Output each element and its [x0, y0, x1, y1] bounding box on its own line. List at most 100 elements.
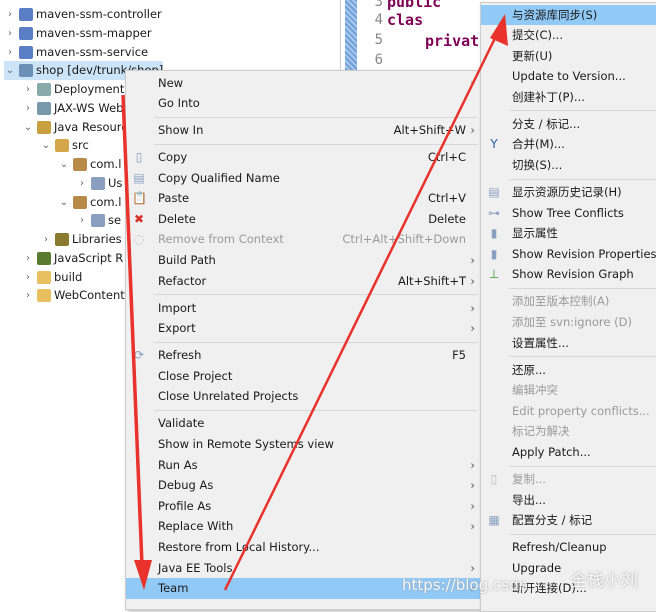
menu-item[interactable]: New ›	[126, 73, 480, 94]
chevron-right-icon[interactable]: ›	[4, 43, 16, 62]
menu-item[interactable]: 还原...	[481, 360, 656, 381]
menu-item[interactable]: ◌ Remove from Context Ctrl+Alt+Shift+Down	[126, 229, 480, 250]
submenu-arrow-icon: ›	[470, 123, 475, 138]
chevron-down-icon[interactable]: ⌄	[58, 155, 70, 174]
menu-item[interactable]: 切换(S)...	[481, 155, 656, 176]
menu-item[interactable]: Import ›	[126, 298, 480, 319]
tree-item[interactable]: › maven-ssm-mapper	[4, 24, 152, 43]
menu-item-label: 显示属性	[512, 226, 558, 241]
chevron-down-icon[interactable]: ⌄	[58, 193, 70, 212]
menu-item[interactable]: Update to Version...	[481, 66, 656, 87]
copy-icon: ▯	[490, 471, 498, 486]
menu-item-label: 与资源库同步(S)	[512, 7, 598, 22]
menu-item-label: Apply Patch...	[512, 444, 591, 459]
menu-item[interactable]: 添加至版本控制(A)	[481, 291, 656, 312]
menu-item[interactable]: Edit property conflicts...	[481, 401, 656, 422]
submenu-arrow-icon: ›	[470, 273, 475, 288]
menu-item[interactable]: 编辑冲突	[481, 380, 656, 401]
menu-item[interactable]: Refresh/Cleanup	[481, 537, 656, 558]
code-editor[interactable]: 3 4 5 6 public clas privat	[340, 0, 480, 70]
tree-item[interactable]: › Deployment	[22, 80, 124, 99]
menu-item[interactable]: ▤ Copy Qualified Name	[126, 168, 480, 189]
menu-item-label: 导出...	[512, 492, 546, 507]
menu-item[interactable]: ▯ 复制...	[481, 469, 656, 490]
chevron-right-icon[interactable]: ›	[22, 286, 34, 305]
menu-item[interactable]: ⟳ Refresh F5	[126, 345, 480, 366]
tree-item-label: JAX-WS Web	[54, 100, 124, 115]
menu-item-label: Show Tree Conflicts	[512, 205, 624, 220]
tree-item[interactable]: › WebContent	[22, 286, 125, 305]
code-text: public clas	[387, 0, 442, 29]
menu-item[interactable]: Close Project	[126, 366, 480, 387]
menu-item[interactable]: 更新(U)	[481, 46, 656, 67]
context-menu: New › Go Into Show In Alt+Shift+W › ▯ Copy Ctrl+…	[125, 70, 481, 610]
menu-item[interactable]: ▮ Show Revision Properties	[481, 244, 656, 265]
chevron-right-icon[interactable]: ›	[76, 174, 88, 193]
tree-item-label: com.l	[90, 157, 122, 171]
tree-item[interactable]: › maven-ssm-service	[4, 43, 148, 62]
menu-item[interactable]: 提交(C)...	[481, 25, 656, 46]
menu-item[interactable]: Refactor Alt+Shift+T ›	[126, 271, 480, 292]
menu-item-label: Edit property conflicts...	[512, 403, 650, 418]
menu-item[interactable]: 添加至 svn:ignore (D)	[481, 312, 656, 333]
menu-item-label: New	[158, 75, 184, 90]
chevron-right-icon[interactable]: ›	[4, 24, 16, 43]
menu-item[interactable]: ⊶ Show Tree Conflicts	[481, 203, 656, 224]
menu-item[interactable]: 标记为解决	[481, 421, 656, 442]
chevron-right-icon[interactable]: ›	[22, 80, 34, 99]
menu-item-shortcut: Ctrl+Alt+Shift+Down	[342, 232, 466, 247]
menu-item[interactable]: Go Into	[126, 93, 480, 114]
menu-item[interactable]: 分支 / 标记...	[481, 114, 656, 135]
chevron-down-icon[interactable]: ⌄	[4, 61, 16, 80]
menu-item[interactable]: ▦ 配置分支 / 标记	[481, 510, 656, 531]
menu-item[interactable]: Y 合并(M)...	[481, 134, 656, 155]
menu-item[interactable]: 与资源库同步(S)	[481, 4, 656, 26]
menu-item-label: 添加至 svn:ignore (D)	[512, 314, 632, 329]
menu-item[interactable]: ✖ Delete Delete	[126, 209, 480, 230]
tree-item[interactable]: › se	[76, 211, 121, 230]
menu-item[interactable]: ▤ 显示资源历史记录(H)	[481, 182, 656, 203]
menu-item-label: Java EE Tools	[158, 560, 233, 575]
menu-item[interactable]: Apply Patch...	[481, 442, 656, 463]
tree-item[interactable]: › Libraries	[40, 230, 122, 249]
tree-item[interactable]: ⌄ com.l	[58, 193, 121, 212]
chevron-right-icon[interactable]: ›	[22, 268, 34, 287]
menu-item[interactable]: Build Path ›	[126, 250, 480, 271]
menu-item[interactable]: ▯ Copy Ctrl+C	[126, 147, 480, 168]
chevron-right-icon[interactable]: ›	[22, 99, 34, 118]
menu-item[interactable]: Restore from Local History...	[126, 537, 480, 558]
tree-item-label: maven-ssm-service	[36, 44, 149, 59]
chevron-right-icon[interactable]: ›	[22, 249, 34, 268]
menu-item[interactable]: ▮ 显示属性	[481, 223, 656, 244]
menu-item[interactable]: Export ›	[126, 318, 480, 339]
menu-item-label: Team	[158, 581, 189, 596]
tree-item[interactable]: › JAX-WS Web	[22, 99, 123, 118]
chevron-down-icon[interactable]: ⌄	[22, 118, 34, 137]
menu-item[interactable]: ⊥ Show Revision Graph	[481, 264, 656, 285]
menu-item[interactable]: Close Unrelated Projects	[126, 386, 480, 407]
tree-item[interactable]: › maven-ssm-controller	[4, 5, 162, 24]
submenu-arrow-icon: ›	[470, 75, 475, 90]
tree-item[interactable]: ⌄ src	[40, 136, 89, 155]
chevron-right-icon[interactable]: ›	[4, 5, 16, 24]
menu-item[interactable]: Run As ›	[126, 455, 480, 476]
menu-item[interactable]: Profile As ›	[126, 496, 480, 517]
package-icon	[73, 158, 87, 171]
tree-item[interactable]: › Us	[76, 174, 122, 193]
menu-item[interactable]: Validate	[126, 413, 480, 434]
chevron-down-icon[interactable]: ⌄	[40, 136, 52, 155]
chevron-right-icon[interactable]: ›	[76, 211, 88, 230]
tree-item[interactable]: › JavaScript R	[22, 249, 123, 268]
tree-item[interactable]: ⌄ Java Resources	[22, 118, 141, 137]
menu-item[interactable]: Show in Remote Systems view	[126, 434, 480, 455]
tree-item[interactable]: ⌄ com.l	[58, 155, 121, 174]
menu-item[interactable]: 导出...	[481, 490, 656, 511]
tree-item[interactable]: › build	[22, 268, 82, 287]
menu-item[interactable]: Debug As ›	[126, 475, 480, 496]
menu-item[interactable]: 设置属性...	[481, 333, 656, 354]
menu-item[interactable]: 📋 Paste Ctrl+V	[126, 188, 480, 209]
menu-item[interactable]: Replace With ›	[126, 516, 480, 537]
menu-item[interactable]: 创建补丁(P)...	[481, 87, 656, 108]
chevron-right-icon[interactable]: ›	[40, 230, 52, 249]
menu-item[interactable]: Show In Alt+Shift+W ›	[126, 120, 480, 141]
